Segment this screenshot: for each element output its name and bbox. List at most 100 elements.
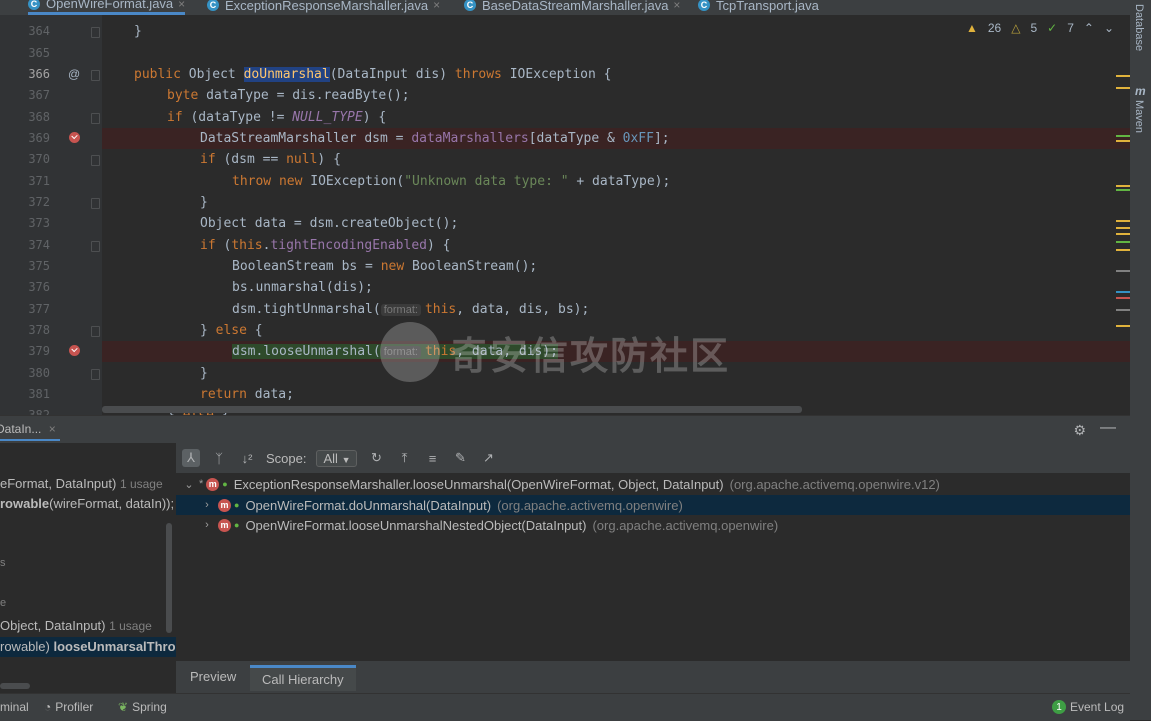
list-item-selected[interactable]: rowable) looseUnmarsalThro: [0, 637, 176, 657]
fold-icon[interactable]: [91, 70, 100, 81]
error-stripe-mark[interactable]: [1116, 140, 1130, 142]
minimize-icon[interactable]: —: [1100, 419, 1116, 437]
refresh-icon[interactable]: ↻: [367, 449, 385, 467]
code-line[interactable]: } else {: [200, 320, 263, 341]
error-stripe-mark[interactable]: [1116, 75, 1130, 77]
close-icon[interactable]: ×: [673, 0, 680, 12]
code-line[interactable]: return data;: [200, 384, 294, 405]
code-line[interactable]: if (dataType != NULL_TYPE) {: [167, 107, 386, 128]
close-icon[interactable]: ×: [49, 422, 56, 436]
overrides-icon[interactable]: @: [68, 67, 80, 81]
error-stripe-mark[interactable]: [1116, 189, 1130, 191]
vertical-scrollbar[interactable]: [166, 523, 172, 633]
export-icon[interactable]: ↗: [479, 449, 497, 467]
chevron-right-icon[interactable]: ›: [200, 519, 214, 531]
code-line[interactable]: byte dataType = dis.readByte();: [167, 85, 410, 106]
code-line[interactable]: }: [134, 21, 142, 42]
right-tool-strip: Database m Maven: [1130, 0, 1151, 720]
tab-label: BaseDataStreamMarshaller.java: [482, 0, 669, 13]
code-line[interactable]: dsm.tightUnmarshal(format: this, data, di…: [232, 299, 589, 320]
maven-tool-button[interactable]: Maven: [1133, 100, 1145, 133]
panel-tab[interactable]: DataIn... ×: [0, 422, 60, 441]
next-highlight-icon[interactable]: ⌄: [1104, 21, 1114, 35]
error-stripe-mark[interactable]: [1116, 227, 1130, 229]
error-stripe-mark[interactable]: [1116, 249, 1130, 251]
list-item[interactable]: Object, DataInput) 1 usage: [0, 618, 152, 633]
error-stripe-mark[interactable]: [1116, 291, 1130, 293]
tree-row-child[interactable]: › m ● OpenWireFormat.looseUnmarshalNeste…: [176, 515, 1130, 535]
fold-icon[interactable]: [91, 369, 100, 380]
code-line[interactable]: }: [200, 192, 208, 213]
find-usages-pane[interactable]: eFormat, DataInput) 1 usage rowable(wire…: [0, 443, 176, 693]
previous-highlight-icon[interactable]: ⌃: [1084, 21, 1094, 35]
code-line[interactable]: dsm.looseUnmarshal(format: this, data, di…: [232, 341, 559, 362]
access-icon: ●: [234, 500, 240, 510]
fold-icon[interactable]: [91, 27, 100, 38]
code-editor[interactable]: 364 365 366 367 368 369 370 371 372 373 …: [18, 15, 1130, 415]
close-icon[interactable]: ×: [433, 0, 440, 12]
tab-exceptionresponsemarshaller[interactable]: C ExceptionResponseMarshaller.java ×: [207, 0, 440, 15]
list-item[interactable]: s: [0, 557, 6, 569]
fold-icon[interactable]: [91, 326, 100, 337]
error-stripe-mark[interactable]: [1116, 220, 1130, 222]
code-line[interactable]: BooleanStream bs = new BooleanStream();: [232, 256, 537, 277]
error-stripe-mark[interactable]: [1116, 233, 1130, 235]
error-stripe-mark[interactable]: [1116, 87, 1130, 89]
event-log-button[interactable]: 1 Event Log: [1052, 700, 1124, 714]
inspection-widget[interactable]: ▲ 26 △ 5 ✓ 7 ⌃ ⌄: [966, 21, 1114, 35]
callee-hierarchy-icon[interactable]: ᛉ: [210, 449, 228, 467]
error-stripe-mark[interactable]: [1116, 241, 1130, 243]
caller-hierarchy-icon[interactable]: ⅄: [182, 449, 200, 467]
tree-row-child[interactable]: › m ● OpenWireFormat.doUnmarshal(DataInp…: [176, 495, 1130, 515]
call-hierarchy-pane[interactable]: ⅄ ᛉ ↓² Scope: All ▼ ↻ ⤒ ≡ ✎ ↗ ⌄ * m ● Ex…: [176, 443, 1130, 661]
code-line[interactable]: public Object doUnmarshal(DataInput dis)…: [134, 64, 611, 85]
list-item[interactable]: eFormat, DataInput) 1 usage: [0, 476, 163, 491]
database-tool-button[interactable]: Database: [1133, 4, 1145, 51]
package-name: (org.apache.activemq.openwire): [592, 517, 779, 533]
tab-tcptransport[interactable]: C TcpTransport.java: [698, 0, 819, 15]
code-line[interactable]: DataStreamMarshaller dsm = dataMarshalle…: [200, 128, 670, 149]
error-stripe-mark[interactable]: [1116, 270, 1130, 272]
editor-gutter[interactable]: 364 365 366 367 368 369 370 371 372 373 …: [18, 15, 102, 415]
spring-tool-button[interactable]: ❦ Spring: [118, 700, 167, 714]
fold-icon[interactable]: [91, 198, 100, 209]
chevron-right-icon[interactable]: ›: [200, 499, 214, 511]
scope-label: Scope:: [266, 450, 307, 466]
chevron-down-icon[interactable]: ⌄: [182, 478, 196, 491]
error-stripe-mark[interactable]: [1116, 309, 1130, 311]
fold-icon[interactable]: [91, 241, 100, 252]
collapse-all-icon[interactable]: ≡: [423, 449, 441, 467]
terminal-tool-button[interactable]: minal: [0, 700, 29, 714]
close-icon[interactable]: ×: [178, 0, 185, 11]
tab-basedatastreammarshaller[interactable]: C BaseDataStreamMarshaller.java ×: [464, 0, 680, 15]
scope-dropdown[interactable]: All ▼: [316, 449, 358, 467]
breakpoint-icon[interactable]: [69, 345, 80, 356]
list-item[interactable]: rowable(wireFormat, dataIn));: [0, 496, 174, 511]
breakpoint-icon[interactable]: [69, 132, 80, 143]
sort-alphabetically-icon[interactable]: ↓²: [238, 449, 256, 467]
parameter-hint: format:: [380, 346, 421, 358]
code-line[interactable]: bs.unmarshal(dis);: [232, 277, 373, 298]
code-line[interactable]: if (this.tightEncodingEnabled) {: [200, 235, 450, 256]
fold-icon[interactable]: [91, 155, 100, 166]
tab-preview[interactable]: Preview: [190, 669, 236, 684]
horizontal-scrollbar[interactable]: [102, 406, 802, 413]
pin-icon[interactable]: ✎: [451, 449, 469, 467]
tab-call-hierarchy[interactable]: Call Hierarchy: [250, 665, 356, 691]
code-line[interactable]: if (dsm == null) {: [200, 149, 341, 170]
error-stripe-mark[interactable]: [1116, 325, 1130, 327]
tab-openwireformat[interactable]: C OpenWireFormat.java ×: [28, 0, 186, 15]
error-stripe-mark[interactable]: [1116, 185, 1130, 187]
tree-row-root[interactable]: ⌄ * m ● ExceptionResponseMarshaller.loos…: [176, 474, 1130, 494]
code-line[interactable]: Object data = dsm.createObject();: [200, 213, 458, 234]
code-line[interactable]: throw new IOException("Unknown data type…: [232, 171, 670, 192]
horizontal-scrollbar[interactable]: [0, 683, 30, 689]
expand-all-icon[interactable]: ⤒: [395, 449, 413, 467]
fold-icon[interactable]: [91, 113, 100, 124]
list-item[interactable]: e: [0, 597, 6, 609]
code-line[interactable]: }: [200, 363, 208, 384]
profiler-tool-button[interactable]: ◔ Profiler: [44, 700, 93, 714]
error-stripe-mark[interactable]: [1116, 135, 1130, 137]
error-stripe-mark[interactable]: [1116, 297, 1130, 299]
gear-icon[interactable]: ⚙: [1073, 422, 1086, 439]
